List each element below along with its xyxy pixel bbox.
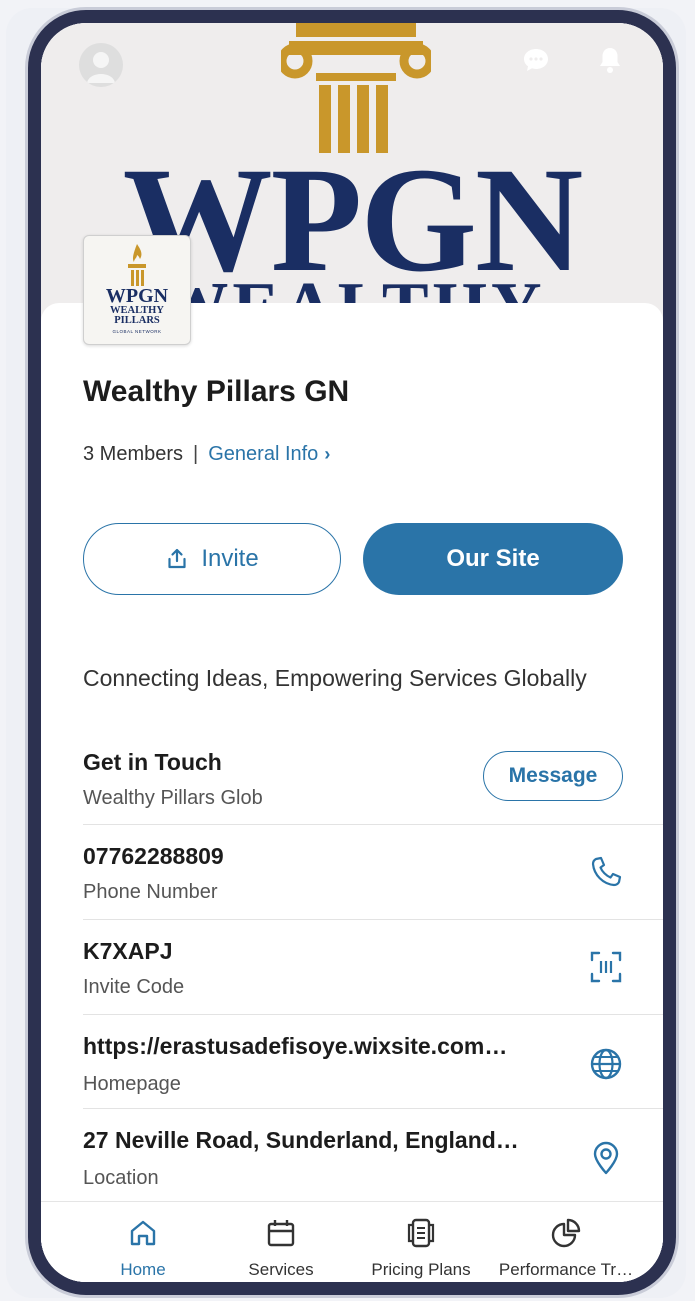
qr-scan-icon[interactable] (587, 948, 625, 986)
invite-code-label: Invite Code (83, 976, 185, 998)
bell-icon[interactable] (595, 45, 625, 75)
homepage-label: Homepage (83, 1073, 181, 1095)
group-logo: WPGN WEALTHY PILLARS GLOBAL NETWORK (83, 235, 191, 345)
member-count: 3 Members (83, 443, 184, 465)
detail-row-location[interactable]: 27 Neville Road, Sunderland, England… Lo… (41, 1109, 663, 1201)
location-label: Location (83, 1167, 159, 1189)
detail-row-invite-code[interactable]: K7XAPJ Invite Code (41, 920, 663, 1014)
pricing-icon (407, 1218, 435, 1248)
invite-code-value: K7XAPJ (83, 938, 173, 964)
location-pin-icon[interactable] (587, 1139, 625, 1177)
pillar-icon (281, 23, 431, 153)
get-in-touch-subtitle: Wealthy Pillars Glob (83, 787, 263, 809)
globe-icon[interactable] (587, 1045, 625, 1083)
calendar-icon (267, 1220, 295, 1247)
group-tagline: Connecting Ideas, Empowering Services Gl… (83, 665, 587, 691)
message-button[interactable]: Message (483, 751, 623, 801)
nav-performance-tracking[interactable]: Performance Tr… (491, 1202, 641, 1282)
group-name: Wealthy Pillars GN (83, 375, 350, 408)
invite-button-label: Invite (201, 545, 259, 572)
general-info-link[interactable]: General Info (208, 443, 318, 466)
location-value: 27 Neville Road, Sunderland, England… (83, 1127, 519, 1153)
detail-row-phone[interactable]: 07762288809 Phone Number (41, 825, 663, 919)
bottom-navigation: Home Services Pricing Plans Performance … (41, 1201, 663, 1282)
phone-number-value: 07762288809 (83, 843, 224, 869)
homepage-value: https://erastusadefisoye.wixsite.com… (83, 1033, 508, 1059)
message-button-label: Message (508, 764, 598, 787)
phone-number-label: Phone Number (83, 881, 218, 903)
invite-button[interactable]: Invite (83, 523, 341, 595)
home-icon (130, 1220, 156, 1246)
logo-wordmark: WPGN (105, 285, 169, 307)
torch-icon (128, 244, 146, 286)
phone-frame: WPGN WEALTHY WPGN WEALTHY PILLARS GLOBAL… (28, 10, 676, 1295)
nav-home-label: Home (120, 1260, 166, 1279)
user-avatar[interactable] (79, 43, 123, 87)
chevron-right-icon: › (324, 444, 331, 464)
nav-performance-tracking-label: Performance Tr… (498, 1260, 634, 1279)
meta-separator: | (193, 443, 199, 465)
detail-row-homepage[interactable]: https://erastusadefisoye.wixsite.com… Ho… (41, 1015, 663, 1109)
top-actions (521, 45, 625, 75)
pie-chart-icon (551, 1218, 581, 1248)
our-site-button[interactable]: Our Site (363, 523, 623, 595)
nav-pricing-plans-label: Pricing Plans (371, 1260, 471, 1279)
nav-services[interactable]: Services (211, 1202, 351, 1282)
nav-home[interactable]: Home (73, 1202, 213, 1282)
logo-line-network: GLOBAL NETWORK (112, 329, 162, 334)
phone-icon[interactable] (587, 853, 625, 891)
avatar-placeholder-icon (87, 52, 115, 83)
screen: WPGN WEALTHY WPGN WEALTHY PILLARS GLOBAL… (41, 23, 663, 1282)
nav-services-label: Services (248, 1260, 314, 1279)
chat-icon[interactable] (521, 45, 551, 75)
our-site-button-label: Our Site (446, 545, 540, 572)
share-icon (168, 548, 186, 569)
group-meta: 3 Members | General Info › (83, 443, 330, 466)
logo-line-pillars: PILLARS (114, 315, 160, 326)
get-in-touch-title: Get in Touch (83, 749, 222, 775)
nav-pricing-plans[interactable]: Pricing Plans (351, 1202, 491, 1282)
